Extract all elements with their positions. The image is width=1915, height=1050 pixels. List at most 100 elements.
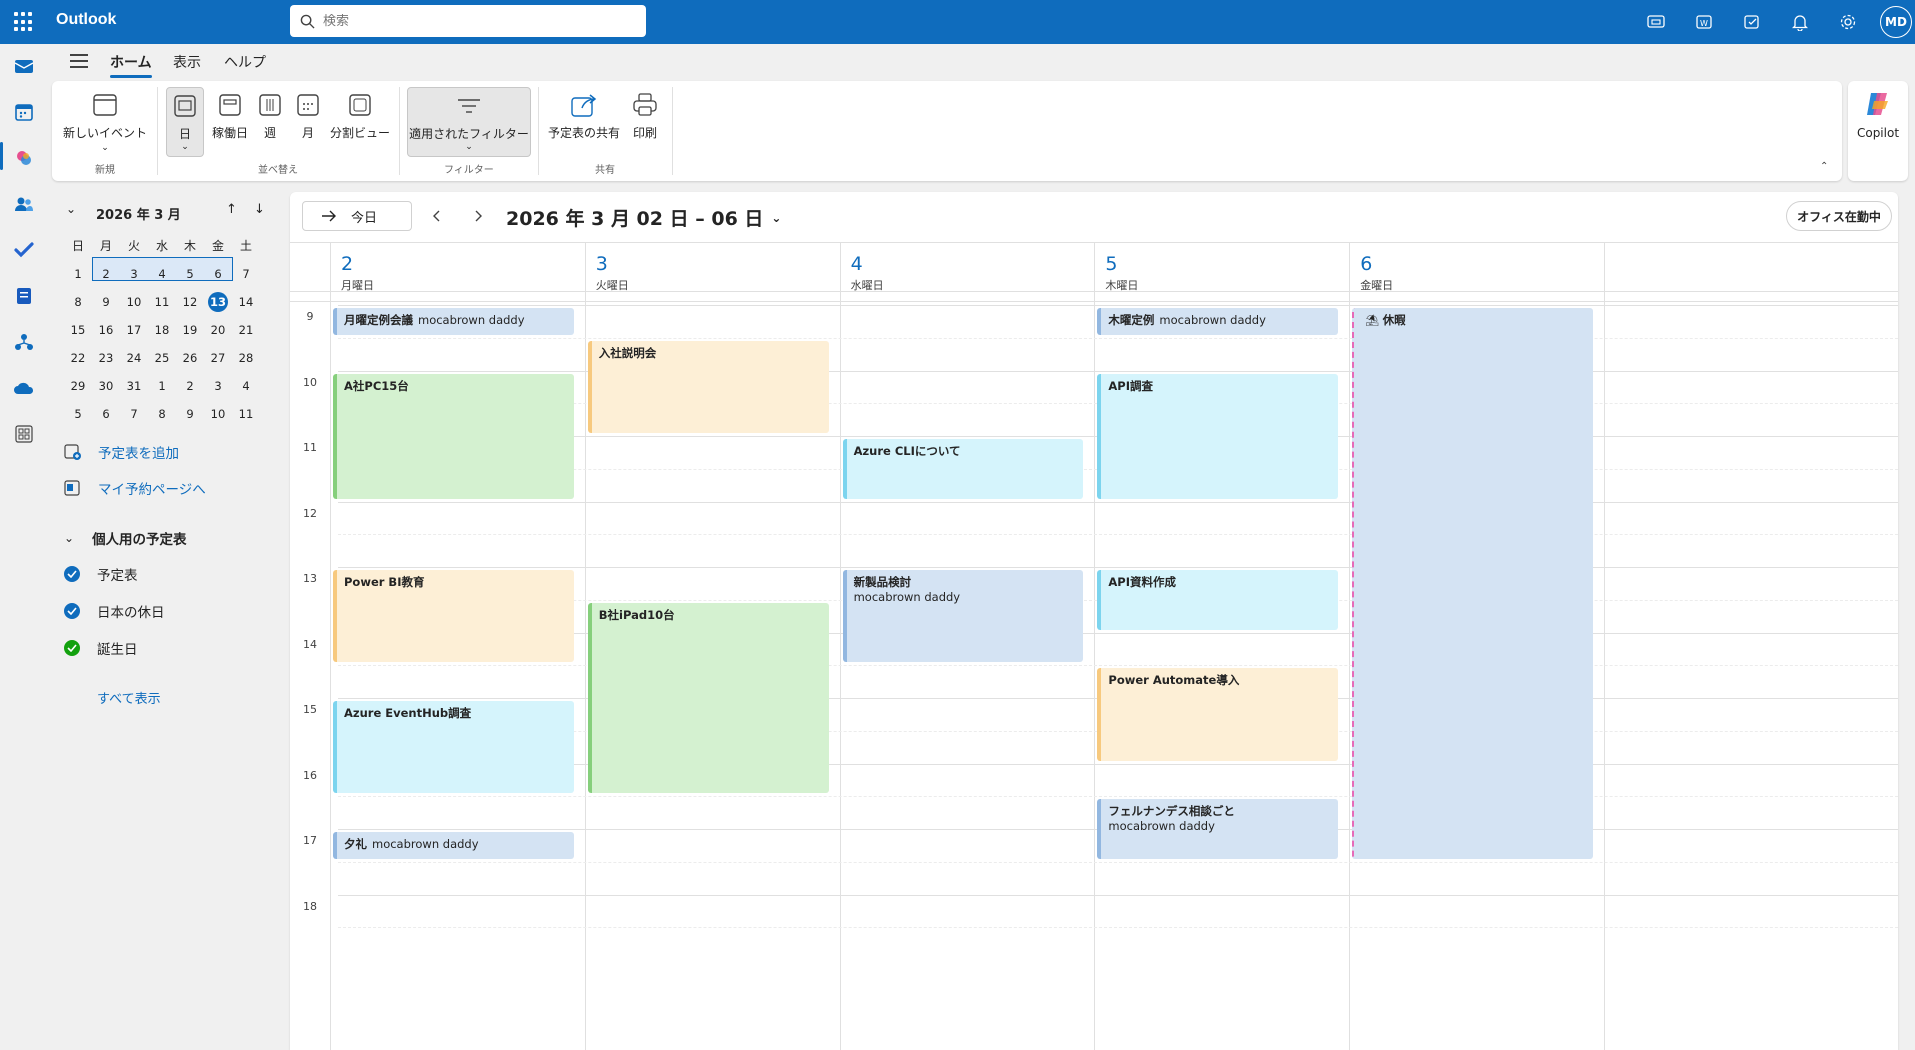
minical-day[interactable]: 12 [176, 291, 204, 313]
my-day-icon[interactable] [1742, 12, 1762, 32]
minical-day[interactable]: 4 [148, 263, 176, 285]
minical-day[interactable]: 20 [204, 319, 232, 341]
checkmark-icon[interactable] [64, 566, 80, 582]
minical-day[interactable]: 29 [64, 375, 92, 397]
minical-day[interactable]: 18 [148, 319, 176, 341]
minical-day[interactable]: 9 [92, 291, 120, 313]
minical-day[interactable]: 7 [232, 263, 260, 285]
minical-day[interactable]: 4 [232, 375, 260, 397]
minical-day[interactable]: 15 [64, 319, 92, 341]
chevron-right-icon[interactable] [473, 208, 483, 227]
calendar-event[interactable]: フェルナンデス相談ごと mocabrown daddy [1097, 799, 1339, 859]
tab-home[interactable]: ホーム [110, 52, 152, 78]
chevron-left-icon[interactable] [432, 208, 442, 227]
minical-day[interactable]: 13 [204, 291, 232, 313]
calendar-event[interactable]: API調査 [1097, 373, 1339, 499]
minical-title[interactable]: 2026 年 3 月 [96, 204, 181, 223]
minical-day[interactable]: 11 [232, 403, 260, 425]
calendar-event[interactable]: Azure EventHub調査 [333, 701, 574, 794]
minical-day[interactable]: 3 [120, 263, 148, 285]
app-title[interactable]: Outlook [56, 11, 116, 29]
day-header[interactable]: 3 火曜日 [584, 243, 840, 292]
day-header[interactable]: 5 木曜日 [1094, 243, 1349, 292]
calendar-item[interactable]: 誕生日 [64, 638, 138, 658]
minical-day[interactable]: 6 [204, 263, 232, 285]
minical-day[interactable]: 19 [176, 319, 204, 341]
calendar-event[interactable]: Azure CLIについて [842, 439, 1084, 499]
minical-day[interactable]: 28 [232, 347, 260, 369]
avatar[interactable]: MD [1880, 6, 1912, 38]
day-header[interactable]: 4 水曜日 [839, 243, 1095, 292]
minical-day[interactable]: 17 [120, 319, 148, 341]
search-box[interactable] [290, 5, 646, 37]
meet-now-icon[interactable] [1646, 12, 1666, 32]
arrow-down-icon[interactable]: ↓ [254, 202, 265, 217]
show-all-link[interactable]: すべて表示 [97, 688, 161, 707]
org-explorer-icon[interactable] [12, 330, 36, 354]
minical-day[interactable]: 11 [148, 291, 176, 313]
minical-day[interactable]: 21 [232, 319, 260, 341]
gear-icon[interactable] [1838, 12, 1858, 32]
minical-day[interactable]: 1 [148, 375, 176, 397]
workweek-view-button[interactable]: 稼働日 [208, 87, 252, 141]
minical-day[interactable]: 30 [92, 375, 120, 397]
new-event-button[interactable]: 新しいイベント ⌄ [60, 87, 150, 153]
minical-day[interactable]: 7 [120, 403, 148, 425]
minical-day[interactable]: 14 [232, 291, 260, 313]
minical-day[interactable]: 3 [204, 375, 232, 397]
minical-day[interactable]: 8 [64, 291, 92, 313]
todo-icon[interactable] [12, 238, 36, 262]
print-button[interactable]: 印刷 [624, 87, 666, 141]
app-launcher-icon[interactable] [14, 12, 34, 32]
teams-icon[interactable]: W [1694, 12, 1714, 32]
share-calendar-button[interactable]: 予定表の共有 [546, 87, 622, 141]
copilot-rail-icon[interactable] [12, 146, 36, 170]
minical-day[interactable]: 23 [92, 347, 120, 369]
word-icon[interactable] [12, 284, 36, 308]
minical-day[interactable]: 6 [92, 403, 120, 425]
tab-view[interactable]: 表示 [173, 52, 201, 72]
chevron-down-icon[interactable]: ⌄ [465, 142, 473, 152]
minical-day[interactable]: 25 [148, 347, 176, 369]
week-view-button[interactable]: 週 [252, 87, 288, 141]
minical-day[interactable]: 2 [176, 375, 204, 397]
month-view-button[interactable]: 月 [290, 87, 326, 141]
add-calendar-link[interactable]: 予定表を追加 [64, 442, 179, 462]
minical-day[interactable]: 1 [64, 263, 92, 285]
personal-calendars-section[interactable]: ⌄ 個人用の予定表 [64, 528, 187, 548]
search-input[interactable] [323, 13, 646, 29]
hamburger-icon[interactable] [70, 54, 88, 68]
day-header[interactable]: 6 金曜日 [1349, 243, 1604, 292]
calendar-event[interactable]: 木曜定例 mocabrown daddy [1097, 308, 1339, 335]
chevron-down-icon[interactable]: ⌄ [66, 202, 76, 216]
chevron-down-icon[interactable]: ⌄ [101, 143, 109, 153]
minical-day[interactable]: 2 [92, 263, 120, 285]
minical-day[interactable]: 16 [92, 319, 120, 341]
calendar-event[interactable]: Power BI教育 [333, 570, 574, 663]
arrow-up-icon[interactable]: ↑ [226, 202, 237, 217]
calendar-event[interactable]: A社PC15台 [333, 373, 574, 499]
more-apps-icon[interactable] [12, 422, 36, 446]
split-view-button[interactable]: 分割ビュー [328, 87, 392, 141]
calendar-event[interactable]: Power Automate導入 [1097, 668, 1339, 761]
people-icon[interactable] [12, 192, 36, 216]
mail-icon[interactable] [12, 54, 36, 78]
day-view-button[interactable]: 日 ⌄ [166, 87, 204, 157]
day-header[interactable]: 2 月曜日 [330, 243, 585, 292]
minical-day[interactable]: 5 [176, 263, 204, 285]
calendar-event[interactable]: B社iPad10台 [587, 602, 829, 794]
copilot-button[interactable]: Copilot [1848, 81, 1908, 181]
calendar-event[interactable]: ⛱ 休暇 [1352, 308, 1593, 859]
calendar-event[interactable]: 月曜定例会議 mocabrown daddy [333, 308, 574, 335]
calendar-event[interactable]: API資料作成 [1097, 570, 1339, 630]
tab-help[interactable]: ヘルプ [224, 52, 266, 72]
minical-day[interactable]: 22 [64, 347, 92, 369]
minical-day[interactable]: 26 [176, 347, 204, 369]
minical-day[interactable]: 5 [64, 403, 92, 425]
calendar-item[interactable]: 予定表 [64, 564, 138, 584]
calendar-item[interactable]: 日本の休日 [64, 601, 165, 621]
bell-icon[interactable] [1790, 12, 1810, 32]
calendar-icon[interactable] [12, 100, 36, 124]
calendar-event[interactable]: 夕礼 mocabrown daddy [333, 832, 574, 859]
minical-day[interactable]: 27 [204, 347, 232, 369]
